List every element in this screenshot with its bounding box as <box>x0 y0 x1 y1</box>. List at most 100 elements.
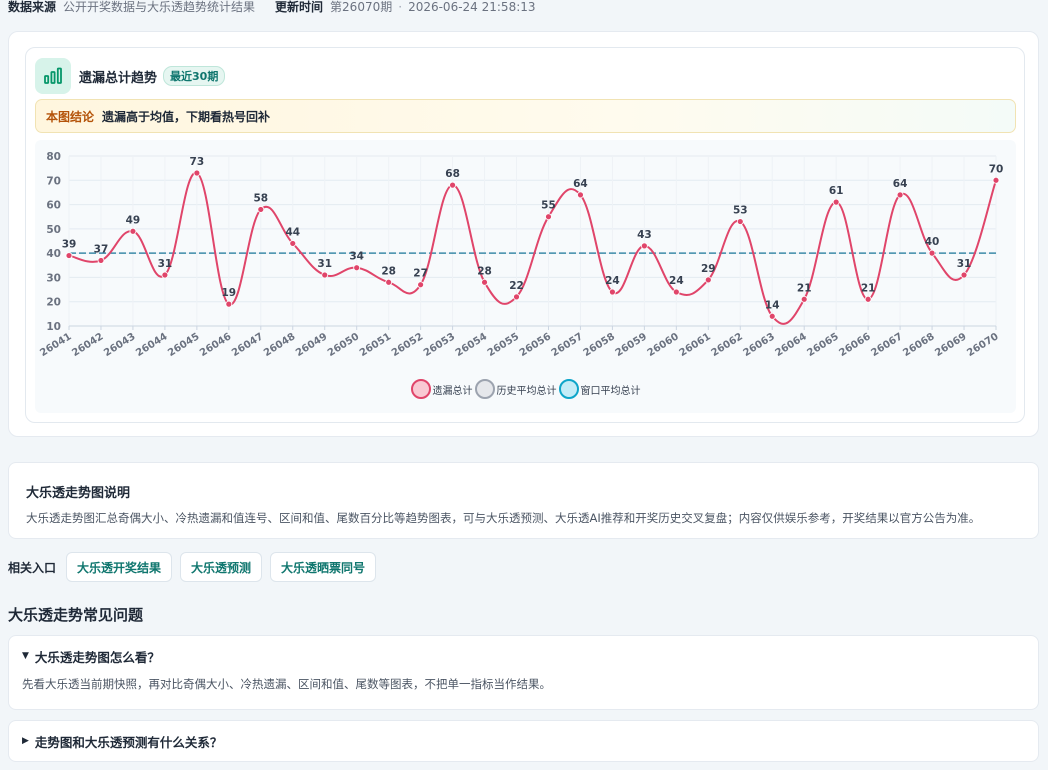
explain-title: 大乐透走势图说明 <box>26 486 131 501</box>
data-label: 28 <box>477 265 492 277</box>
link-ticket-match[interactable]: 大乐透晒票同号 <box>270 552 377 582</box>
y-tick-label: 20 <box>46 297 61 309</box>
x-tick-label: 26058 <box>582 331 617 359</box>
x-tick-label: 26059 <box>614 331 649 359</box>
plot-area: 10 20 30 40 50 60 70 80 26041 26042 26043 26044 2604… <box>35 140 1016 413</box>
update-label: 更新时间 <box>275 0 324 14</box>
data-label: 55 <box>541 200 556 212</box>
data-point <box>97 257 105 264</box>
legend-label-window-avg: 窗口平均总计 <box>580 385 641 397</box>
data-label: 68 <box>445 168 460 180</box>
faq-answer-text: 先看大乐透当前期快照，再对比奇偶大小、冷热遗漏、区间和值、尾数等图表，不把单一指… <box>22 677 551 691</box>
data-point <box>672 288 680 296</box>
data-label: 31 <box>158 258 173 270</box>
data-point <box>193 169 201 177</box>
data-label: 19 <box>222 287 237 299</box>
data-label: 27 <box>413 268 428 280</box>
data-point <box>161 271 169 279</box>
data-point <box>289 240 297 247</box>
data-point <box>704 276 712 284</box>
update-issue: 第26070期 <box>330 0 393 14</box>
data-point <box>609 288 616 296</box>
x-tick-label: 26065 <box>805 331 840 359</box>
meta-row: 数据来源 公开开奖数据与大乐透趋势统计结果 更新时间 第26070期 · 202… <box>8 0 536 14</box>
faq-question-toggle[interactable]: ▼ 大乐透走势图怎么看？ <box>9 636 1038 676</box>
x-tick-label: 26057 <box>550 331 585 359</box>
faq-heading: 大乐透走势常见问题 <box>8 606 144 624</box>
trend-line-chart: 1020304050607080260412604226043260442604… <box>38 151 1004 359</box>
data-point <box>768 312 776 320</box>
data-point <box>832 198 840 206</box>
x-tick-label: 26061 <box>678 331 713 359</box>
data-label: 21 <box>861 282 876 294</box>
faq-item-how-to-read: ▼ 大乐透走势图怎么看？ 先看大乐透当前期快照，再对比奇偶大小、冷热遗漏、区间和… <box>8 635 1039 710</box>
data-label: 39 <box>62 239 77 251</box>
source-label: 数据来源 <box>8 0 57 14</box>
link-prediction[interactable]: 大乐透预测 <box>180 552 263 582</box>
trend-chart-card: 遗漏总计趋势 最近30期 本图结论 遗漏高于均值，下期看热号回补 10 20 30 4… <box>25 47 1025 423</box>
x-tick-label: 26050 <box>326 331 361 359</box>
data-label: 22 <box>509 280 524 292</box>
legend-label-history-avg: 历史平均总计 <box>496 385 557 397</box>
bar-chart-icon <box>35 58 71 94</box>
x-tick-label: 26070 <box>965 331 1000 359</box>
data-point <box>545 213 552 221</box>
x-tick-label: 26063 <box>741 331 776 359</box>
legend-item-window-avg[interactable]: 窗口平均总计 <box>558 379 641 399</box>
data-point <box>385 278 393 286</box>
data-label: 53 <box>733 205 748 217</box>
x-tick-label: 26043 <box>102 331 137 359</box>
y-tick-label: 30 <box>46 272 61 284</box>
legend-item-history-avg[interactable]: 历史平均总计 <box>474 379 557 399</box>
chart-conclusion: 本图结论 遗漏高于均值，下期看热号回补 <box>35 99 1016 133</box>
data-label: 37 <box>94 243 109 255</box>
x-tick-label: 26041 <box>38 331 73 359</box>
expanded-marker-icon: ▼ <box>22 651 29 661</box>
data-point <box>321 271 329 279</box>
x-tick-label: 26048 <box>262 331 297 359</box>
legend-swatch-window-avg <box>558 379 579 399</box>
data-point <box>960 271 968 279</box>
data-point <box>481 278 488 286</box>
source-value: 公开开奖数据与大乐透趋势统计结果 <box>63 0 256 14</box>
data-point <box>417 281 425 289</box>
data-label: 64 <box>893 178 908 190</box>
data-label: 49 <box>126 214 141 226</box>
update-time: 2026-06-24 21:58:13 <box>408 0 536 14</box>
legend-label-total: 遗漏总计 <box>432 385 473 397</box>
data-point <box>864 295 872 303</box>
conclusion-label: 本图结论 <box>46 109 95 124</box>
x-tick-label: 26069 <box>933 331 968 359</box>
link-draw-results[interactable]: 大乐透开奖结果 <box>66 552 173 582</box>
data-point <box>992 176 1000 184</box>
x-tick-label: 26056 <box>518 331 553 359</box>
legend-swatch-history-avg <box>474 379 495 399</box>
x-tick-label: 26052 <box>390 331 425 359</box>
data-point <box>65 252 73 259</box>
data-label: 70 <box>989 163 1004 175</box>
series-line-total <box>68 172 997 325</box>
data-point <box>736 218 744 225</box>
data-point <box>640 242 648 250</box>
legend-item-total[interactable]: 遗漏总计 <box>410 379 473 399</box>
data-point <box>513 293 520 301</box>
data-point <box>225 300 233 308</box>
faq-question-text: 大乐透走势图怎么看？ <box>34 649 160 665</box>
data-point <box>129 227 137 235</box>
chart-legend: 遗漏总计 历史平均总计 窗口平均总计 <box>35 377 1016 401</box>
data-label: 40 <box>925 236 940 248</box>
faq-question-toggle[interactable]: ▶ 走势图和大乐透预测有什么关系？ <box>9 721 1038 761</box>
data-label: 73 <box>190 156 205 168</box>
explain-card: 大乐透走势图说明 大乐透走势图汇总奇偶大小、冷热遗漏和值连号、区间和值、尾数百分… <box>8 462 1039 539</box>
data-label: 43 <box>637 229 652 241</box>
x-tick-label: 26068 <box>901 331 936 359</box>
data-point <box>353 264 361 272</box>
y-tick-label: 40 <box>46 248 61 260</box>
x-tick-label: 26060 <box>646 331 681 359</box>
x-tick-label: 26067 <box>869 331 904 359</box>
x-tick-label: 26053 <box>422 331 457 359</box>
data-label: 29 <box>701 263 716 275</box>
x-tick-label: 26045 <box>166 331 201 359</box>
data-label: 31 <box>317 258 332 270</box>
x-tick-label: 26051 <box>358 331 393 359</box>
